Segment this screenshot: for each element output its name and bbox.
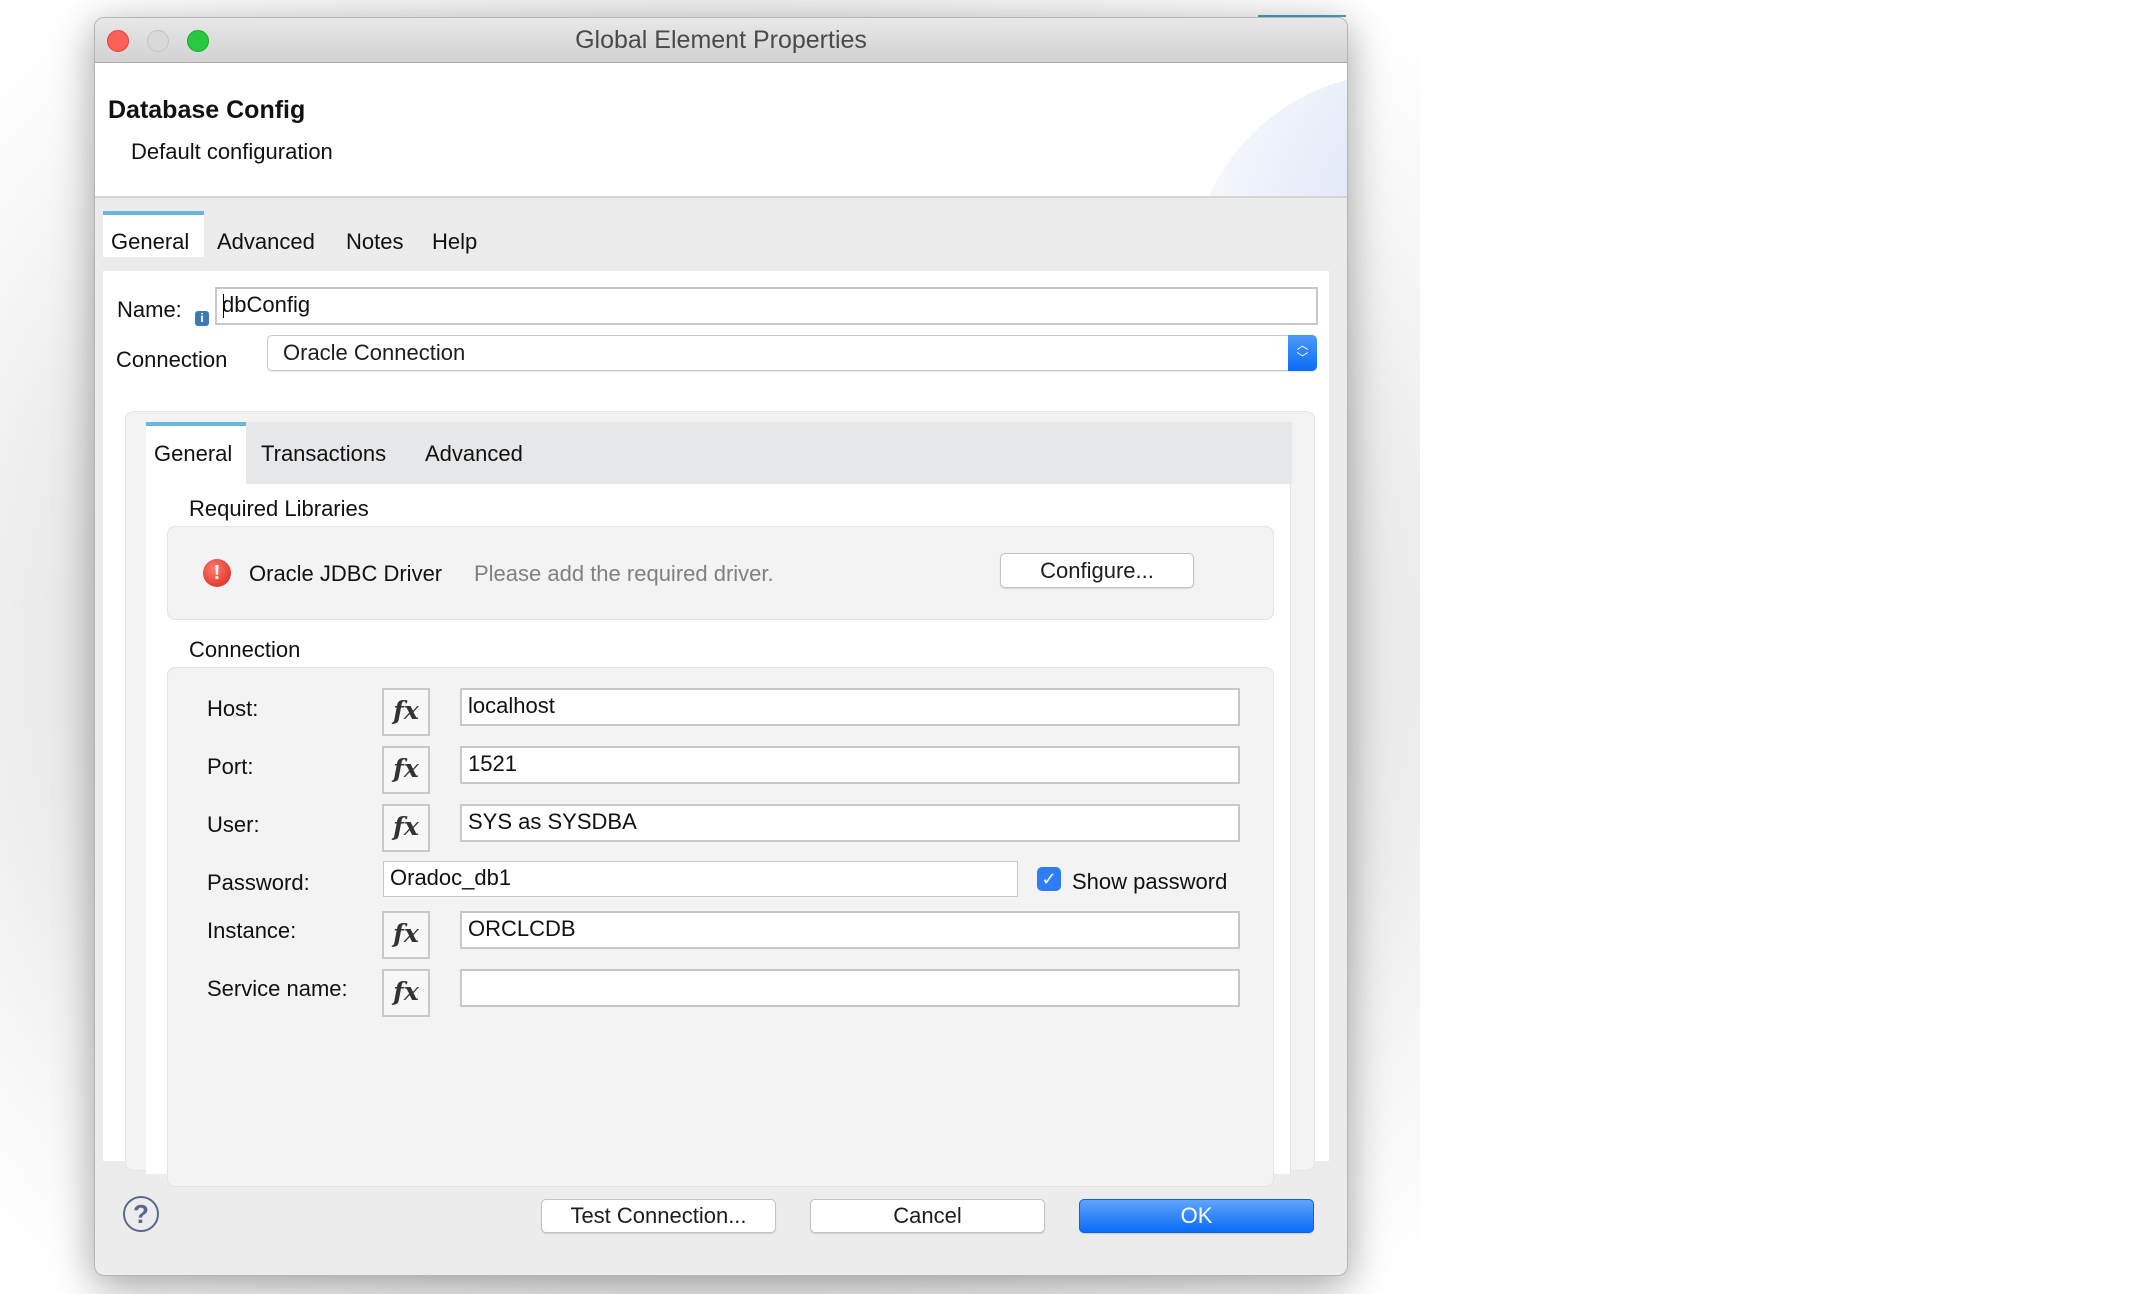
info-icon: i: [195, 311, 209, 326]
inner-tab-content: Required Libraries ! Oracle JDBC Driver …: [146, 484, 1291, 1187]
title-bar[interactable]: Global Element Properties: [95, 18, 1347, 63]
show-password-label[interactable]: Show password: [1072, 869, 1227, 895]
header-subtitle: Default configuration: [131, 139, 333, 164]
required-libraries-label: Required Libraries: [189, 496, 369, 521]
service-name-label: Service name:: [207, 976, 348, 1001]
header-title: Database Config: [108, 96, 306, 124]
instance-fx-button[interactable]: fx: [382, 911, 430, 959]
tab-label: Advanced: [217, 229, 315, 254]
library-status: Please add the required driver.: [474, 561, 774, 586]
service-name-input[interactable]: [460, 969, 1240, 1007]
select-chevrons-icon: ︿ ﹀: [1288, 335, 1317, 371]
user-label: User:: [207, 812, 260, 837]
password-label: Password:: [207, 870, 310, 895]
inner-tab-transactions[interactable]: Transactions: [261, 426, 386, 472]
tab-label: General: [154, 441, 233, 466]
test-connection-button[interactable]: Test Connection...: [541, 1199, 776, 1233]
host-fx-button[interactable]: fx: [382, 688, 430, 736]
service-name-fx-button[interactable]: fx: [382, 969, 430, 1017]
error-icon: !: [203, 559, 231, 587]
tab-label: Transactions: [261, 441, 387, 466]
dialog-header: Database Config Default configuration: [95, 63, 1347, 198]
connection-select[interactable]: Oracle Connection ︿ ﹀: [267, 335, 1317, 371]
window-title: Global Element Properties: [575, 26, 867, 54]
host-label: Host:: [207, 696, 259, 721]
host-input[interactable]: localhost: [460, 688, 1240, 726]
instance-input[interactable]: ORCLCDB: [460, 911, 1240, 949]
tab-label: Advanced: [425, 441, 523, 466]
user-fx-button[interactable]: fx: [382, 804, 430, 852]
name-value: dbConfig: [222, 292, 311, 317]
tab-general[interactable]: General: [103, 211, 204, 257]
tab-label: Help: [432, 229, 478, 254]
connection-group: Host: fx localhost Port: fx 1521 User: f…: [167, 667, 1274, 1187]
port-input[interactable]: 1521: [460, 746, 1240, 784]
general-tab-content: Name: i dbConfig Connection Oracle Conne…: [103, 271, 1329, 1187]
configure-button[interactable]: Configure...: [1000, 553, 1194, 588]
user-input[interactable]: SYS as SYSDBA: [460, 804, 1240, 842]
tab-label: General: [111, 229, 190, 254]
inner-tab-general[interactable]: General: [146, 422, 246, 484]
tab-advanced[interactable]: Advanced: [217, 215, 315, 261]
connection-select-value: Oracle Connection: [283, 340, 466, 365]
ok-button[interactable]: OK: [1079, 1199, 1314, 1233]
show-password-checkbox[interactable]: ✓: [1037, 867, 1061, 891]
port-label: Port:: [207, 754, 254, 779]
cancel-button[interactable]: Cancel: [810, 1199, 1045, 1233]
tab-notes[interactable]: Notes: [346, 215, 403, 261]
connection-section-label: Connection: [189, 637, 301, 662]
tab-help[interactable]: Help: [432, 215, 477, 261]
help-icon[interactable]: ?: [123, 1196, 159, 1232]
inner-tab-advanced[interactable]: Advanced: [425, 426, 523, 472]
connection-label: Connection: [116, 347, 228, 372]
dialog-window: Global Element Properties Database Confi…: [94, 17, 1348, 1276]
password-input[interactable]: Oradoc_db1: [383, 861, 1018, 897]
required-libraries-group: ! Oracle JDBC Driver Please add the requ…: [167, 526, 1274, 620]
port-fx-button[interactable]: fx: [382, 746, 430, 794]
header-decoration: [1190, 73, 1347, 196]
library-name: Oracle JDBC Driver: [249, 561, 443, 586]
name-input[interactable]: dbConfig: [215, 287, 1318, 325]
connection-panel: General Transactions Advanced Required L…: [125, 411, 1315, 1187]
tab-label: Notes: [346, 229, 404, 254]
name-label: Name:: [117, 297, 182, 322]
instance-label: Instance:: [207, 918, 297, 943]
